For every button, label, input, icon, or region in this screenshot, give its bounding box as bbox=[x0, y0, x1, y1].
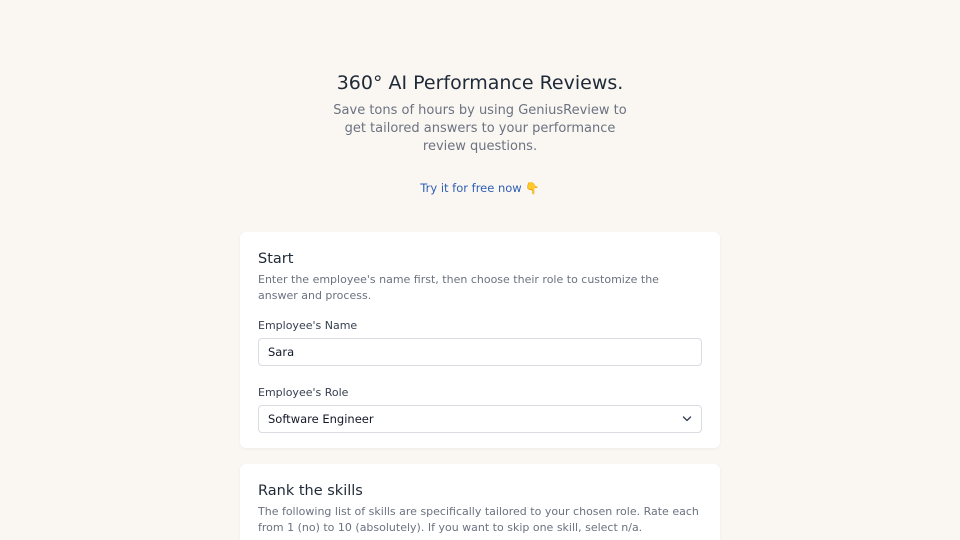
try-free-link[interactable]: Try it for free now 👇 bbox=[420, 181, 539, 195]
page: 360° AI Performance Reviews. Save tons o… bbox=[0, 0, 960, 540]
employee-name-input[interactable]: Sara bbox=[258, 338, 702, 366]
page-subtitle: Save tons of hours by using GeniusReview… bbox=[333, 103, 627, 154]
rank-skills-title: Rank the skills bbox=[258, 483, 363, 499]
employee-name-value: Sara bbox=[268, 345, 295, 359]
page-title: 360° AI Performance Reviews. bbox=[336, 72, 624, 94]
employee-role-value: Software Engineer bbox=[268, 412, 374, 426]
employee-name-label: Employee's Name bbox=[258, 319, 358, 332]
rank-skills-card: Rank the skills The following list of sk… bbox=[240, 464, 720, 540]
hero-section: 360° AI Performance Reviews. Save tons o… bbox=[0, 70, 960, 196]
start-card-description: Enter the employee's name first, then ch… bbox=[258, 273, 659, 302]
employee-role-label: Employee's Role bbox=[258, 386, 349, 399]
rank-skills-description: The following list of skills are specifi… bbox=[258, 505, 699, 534]
employee-role-select[interactable]: Software Engineer bbox=[258, 405, 702, 433]
chevron-down-icon bbox=[682, 416, 692, 422]
start-card: Start Enter the employee's name first, t… bbox=[240, 232, 720, 448]
start-card-title: Start bbox=[258, 251, 294, 267]
